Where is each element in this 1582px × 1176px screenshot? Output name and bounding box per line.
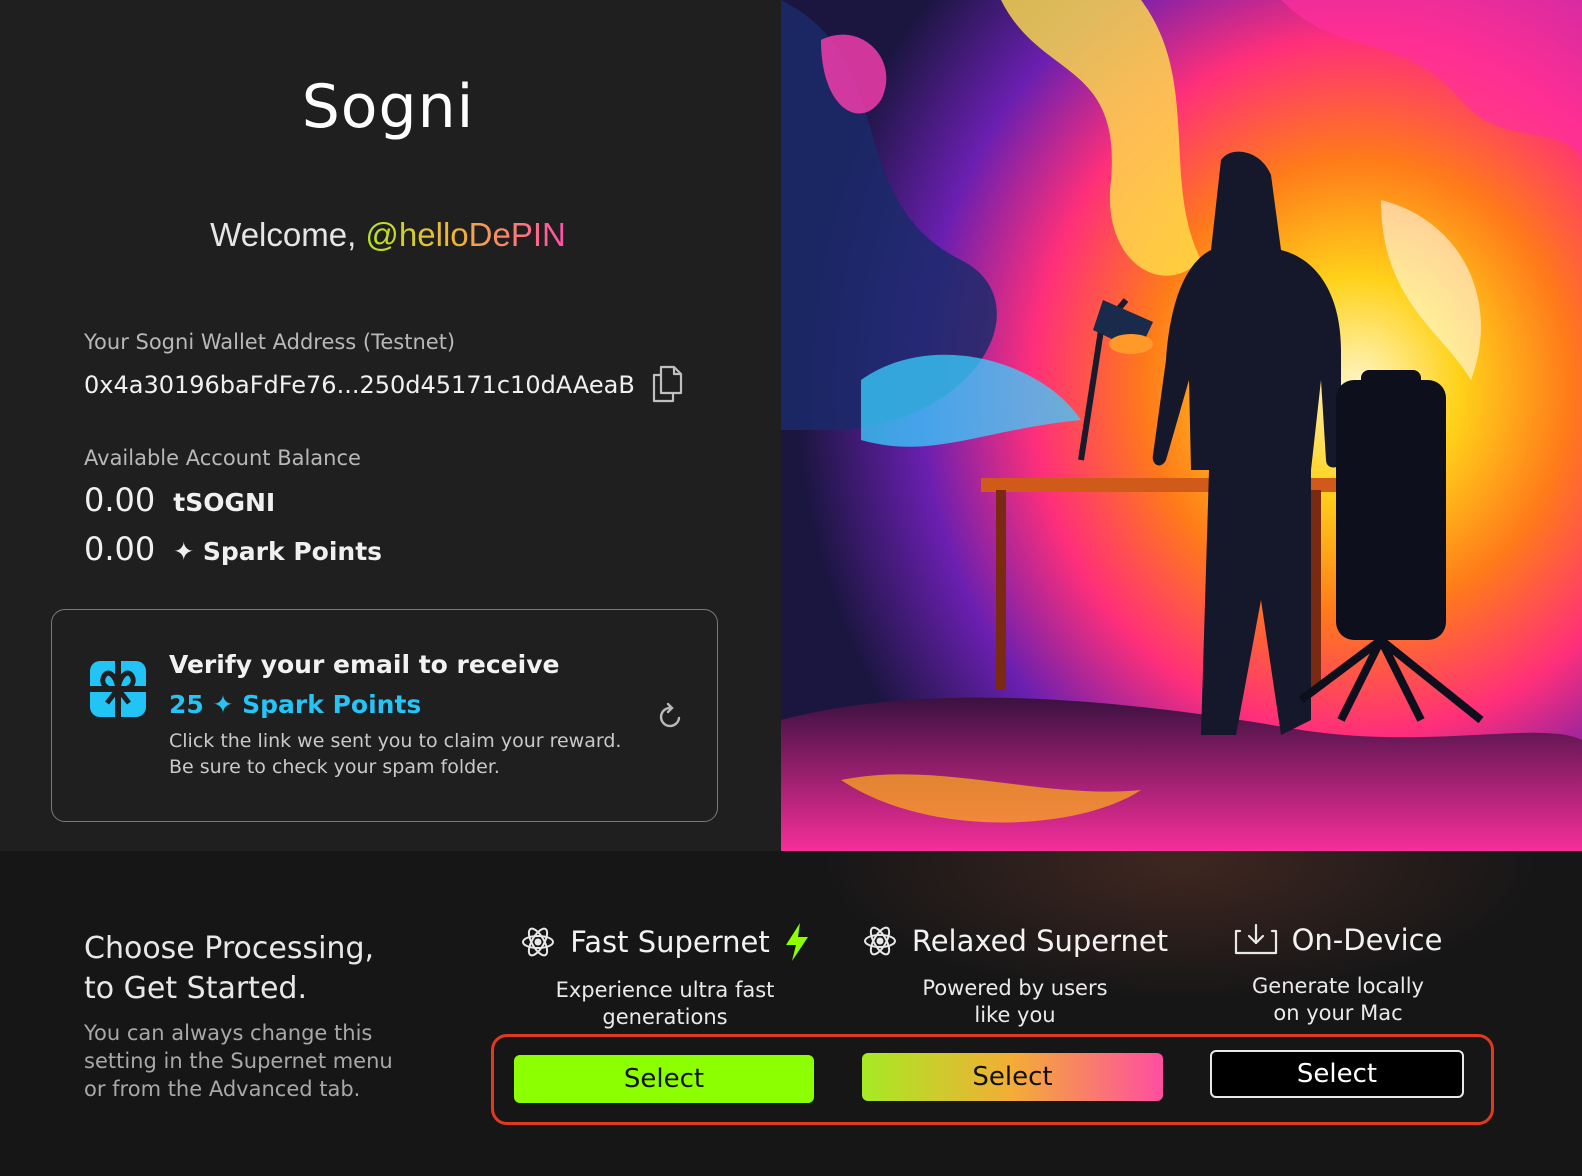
processing-title-line: Choose Processing, (84, 931, 375, 966)
option-title: On-Device (1291, 923, 1443, 957)
option-description-line: on your Mac (1273, 1001, 1403, 1025)
welcome-prefix: Welcome, (210, 216, 366, 253)
option-relaxed-supernet: Relaxed Supernet Powered by users like y… (855, 923, 1175, 1029)
select-on-device-button[interactable]: Select (1210, 1050, 1464, 1098)
lightning-icon (785, 923, 808, 961)
option-description-line: like you (974, 1003, 1056, 1027)
verify-reward-points: 25 ✦ Spark Points (169, 690, 422, 719)
download-tray-icon (1234, 923, 1277, 955)
wallet-address: 0x4a30196baFdFe76...250d45171c10dAAeaB (84, 371, 635, 399)
token-balance: 0.00 tSOGNI (84, 481, 275, 519)
processing-note-line: or from the Advanced tab. (84, 1077, 361, 1101)
refresh-icon[interactable] (656, 702, 686, 732)
atom-icon (863, 926, 896, 956)
option-on-device: On-Device Generate locally on your Mac (1198, 923, 1478, 1027)
welcome-message: Welcome, @helloDePIN (0, 216, 776, 254)
spark-points-balance: 0.00 ✦ Spark Points (84, 530, 382, 568)
option-description-line: Generate locally (1252, 974, 1424, 998)
option-fast-supernet: Fast Supernet Experience ultra fast gene… (505, 923, 825, 1031)
token-amount: 0.00 (84, 481, 156, 519)
account-panel: Sogni Welcome, @helloDePIN Your Sogni Wa… (0, 0, 789, 858)
option-title: Fast Supernet (570, 925, 770, 959)
processing-note: You can always change this setting in th… (84, 1019, 393, 1103)
verify-email-card: Verify your email to receive 25 ✦ Spark … (51, 609, 718, 822)
wallet-address-label: Your Sogni Wallet Address (Testnet) (84, 330, 456, 354)
processing-note-line: You can always change this (84, 1021, 373, 1045)
select-fast-supernet-button[interactable]: Select (514, 1055, 814, 1103)
processing-title-line: to Get Started. (84, 971, 307, 1006)
verify-title: Verify your email to receive (169, 650, 560, 679)
points-unit: ✦ Spark Points (173, 537, 383, 566)
username: @helloDePIN (365, 216, 566, 253)
option-description: Powered by users like you (855, 975, 1175, 1029)
points-amount: 0.00 (84, 530, 156, 568)
option-description-line: generations (602, 1005, 728, 1029)
balance-label: Available Account Balance (84, 446, 361, 470)
option-description: Experience ultra fast generations (505, 977, 825, 1031)
option-description: Generate locally on your Mac (1198, 973, 1478, 1027)
processing-section: Choose Processing, to Get Started. You c… (0, 851, 1582, 1176)
processing-note-line: setting in the Supernet menu (84, 1049, 393, 1073)
option-title: Relaxed Supernet (911, 924, 1169, 958)
app-title: Sogni (301, 72, 475, 142)
copy-icon[interactable] (650, 364, 684, 404)
hero-artwork (781, 0, 1582, 858)
atom-icon (522, 927, 555, 957)
processing-title: Choose Processing, to Get Started. (84, 929, 374, 1009)
gift-icon (90, 661, 146, 717)
verify-description-line: Be sure to check your spam folder. (169, 756, 500, 778)
option-description-line: Experience ultra fast (555, 978, 775, 1002)
verify-description-line: Click the link we sent you to claim your… (169, 730, 622, 752)
token-unit: tSOGNI (173, 488, 276, 517)
option-description-line: Powered by users (922, 976, 1108, 1000)
select-relaxed-supernet-button[interactable]: Select (862, 1053, 1163, 1101)
